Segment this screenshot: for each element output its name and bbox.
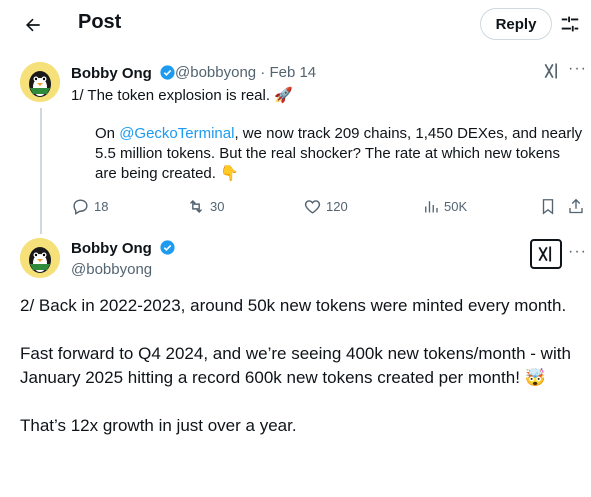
penguin-avatar-icon: [20, 62, 60, 102]
thread-line: [40, 108, 42, 234]
grok-button[interactable]: [530, 239, 562, 269]
tweet-body: 2/ Back in 2022-2023, around 50k new tok…: [20, 294, 585, 462]
share-button[interactable]: [567, 197, 585, 216]
sliders-icon: [561, 16, 579, 32]
grok-icon[interactable]: [542, 61, 562, 81]
repost-count: 30: [210, 199, 225, 214]
page-title: Post: [78, 11, 122, 33]
tweet-actions: 18 30 120 50K: [71, 197, 586, 219]
author-name-text: Bobby Ong: [71, 65, 152, 82]
author-name-text: Bobby Ong: [71, 240, 152, 257]
tweet-body: On @GeckoTerminal, we now track 209 chai…: [95, 124, 585, 184]
arrow-left-icon: [26, 18, 40, 32]
like-count: 120: [326, 199, 348, 214]
author-name[interactable]: Bobby Ong: [71, 64, 176, 82]
tweet-body-pre: On: [95, 125, 120, 142]
avatar[interactable]: [20, 238, 60, 278]
share-icon: [569, 198, 583, 214]
verified-badge-icon: [160, 240, 175, 255]
author-name[interactable]: Bobby Ong: [71, 239, 176, 257]
mention-link[interactable]: @GeckoTerminal: [119, 125, 234, 142]
reply-count: 18: [94, 199, 109, 214]
author-handle[interactable]: @bobbyong: [71, 261, 152, 278]
reply-icon: [73, 199, 88, 215]
tweet-paragraph: That’s 12x growth in just over a year.: [20, 416, 297, 435]
bar-chart-icon: [425, 201, 438, 213]
grok-icon: [538, 246, 552, 262]
penguin-avatar-icon: [20, 238, 60, 278]
avatar[interactable]: [20, 62, 60, 102]
repost-action[interactable]: 30: [186, 197, 224, 216]
more-options-button[interactable]: ···: [568, 243, 587, 261]
reply-action[interactable]: 18: [71, 197, 108, 216]
tweet-text-line: 1/ The token explosion is real. 🚀: [71, 87, 293, 104]
tweet-paragraph: 2/ Back in 2022-2023, around 50k new tok…: [20, 296, 567, 315]
filter-button[interactable]: [559, 13, 583, 35]
heart-icon: [304, 200, 321, 214]
views-action[interactable]: 50K: [422, 197, 467, 216]
bookmark-button[interactable]: [539, 197, 557, 216]
like-action[interactable]: 120: [303, 197, 348, 216]
bookmark-icon: [542, 199, 554, 215]
tweet-paragraph: Fast forward to Q4 2024, and we’re seein…: [20, 344, 571, 387]
back-button[interactable]: [18, 10, 48, 40]
post-header: Post Reply: [0, 0, 591, 50]
view-count: 50K: [444, 199, 468, 214]
repost-icon: [189, 199, 203, 214]
reply-button[interactable]: Reply: [480, 8, 552, 40]
author-handle-date[interactable]: @bobbyong · Feb 14: [175, 64, 316, 81]
verified-badge-icon: [160, 65, 175, 80]
more-options-button[interactable]: ···: [568, 60, 587, 78]
